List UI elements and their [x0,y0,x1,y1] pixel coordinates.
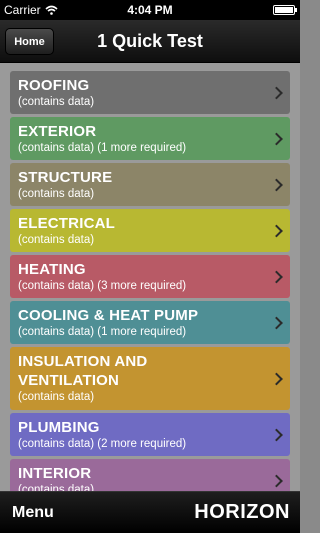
home-button[interactable]: Home [5,28,54,55]
status-bar: Carrier 4:04 PM [0,0,300,20]
item-subtitle: (contains data) [18,484,95,491]
list-item-structure[interactable]: STRUCTURE (contains data) [10,163,290,206]
list-item-electrical[interactable]: ELECTRICAL (contains data) [10,209,290,252]
carrier-indicator: Carrier [4,3,58,17]
battery-icon [273,5,297,15]
navigation-bar: Home 1 Quick Test [0,20,300,63]
list-item-heating[interactable]: HEATING (contains data) (3 more required… [10,255,290,298]
item-title: ELECTRICAL [18,215,115,232]
list-item-roofing[interactable]: ROOFING (contains data) [10,71,290,114]
item-subtitle: (contains data) [18,188,95,200]
item-subtitle: (contains data) [18,391,95,403]
item-title: EXTERIOR [18,123,97,140]
chevron-right-icon [270,428,283,441]
item-subtitle: (contains data) [18,96,95,108]
item-subtitle: (contains data) [18,234,95,246]
item-title: STRUCTURE [18,169,113,186]
chevron-right-icon [270,224,283,237]
item-title: INSULATION AND VENTILATION [18,353,148,389]
chevron-right-icon [270,316,283,329]
chevron-right-icon [270,178,283,191]
list-item-interior[interactable]: INTERIOR (contains data) [10,459,290,491]
bottom-toolbar: Menu HORIZON [0,491,300,533]
item-subtitle: (contains data) (2 more required) [18,438,187,450]
chevron-right-icon [270,372,283,385]
item-subtitle: (contains data) (3 more required) [18,280,187,292]
item-title: INTERIOR [18,465,92,482]
chevron-right-icon [270,474,283,487]
list-item-cooling-heat-pump[interactable]: COOLING & HEAT PUMP (contains data) (1 m… [10,301,290,344]
item-subtitle: (contains data) (1 more required) [18,326,187,338]
menu-button[interactable]: Menu [12,492,54,533]
chevron-right-icon [270,270,283,283]
list-item-plumbing[interactable]: PLUMBING (contains data) (2 more require… [10,413,290,456]
item-title: COOLING & HEAT PUMP [18,307,199,324]
list-item-insulation-ventilation[interactable]: INSULATION AND VENTILATION (contains dat… [10,347,290,410]
item-title: HEATING [18,261,86,278]
item-title: PLUMBING [18,419,100,436]
item-subtitle: (contains data) (1 more required) [18,142,187,154]
list-item-exterior[interactable]: EXTERIOR (contains data) (1 more require… [10,117,290,160]
wifi-icon [45,5,58,15]
category-list[interactable]: ROOFING (contains data) EXTERIOR (contai… [0,63,300,491]
horizon-logo: HORIZON [194,501,290,523]
carrier-label: Carrier [4,3,41,17]
chevron-right-icon [270,132,283,145]
chevron-right-icon [270,86,283,99]
item-title: ROOFING [18,77,90,94]
page-title: 1 Quick Test [97,30,203,51]
clock: 4:04 PM [127,3,173,17]
